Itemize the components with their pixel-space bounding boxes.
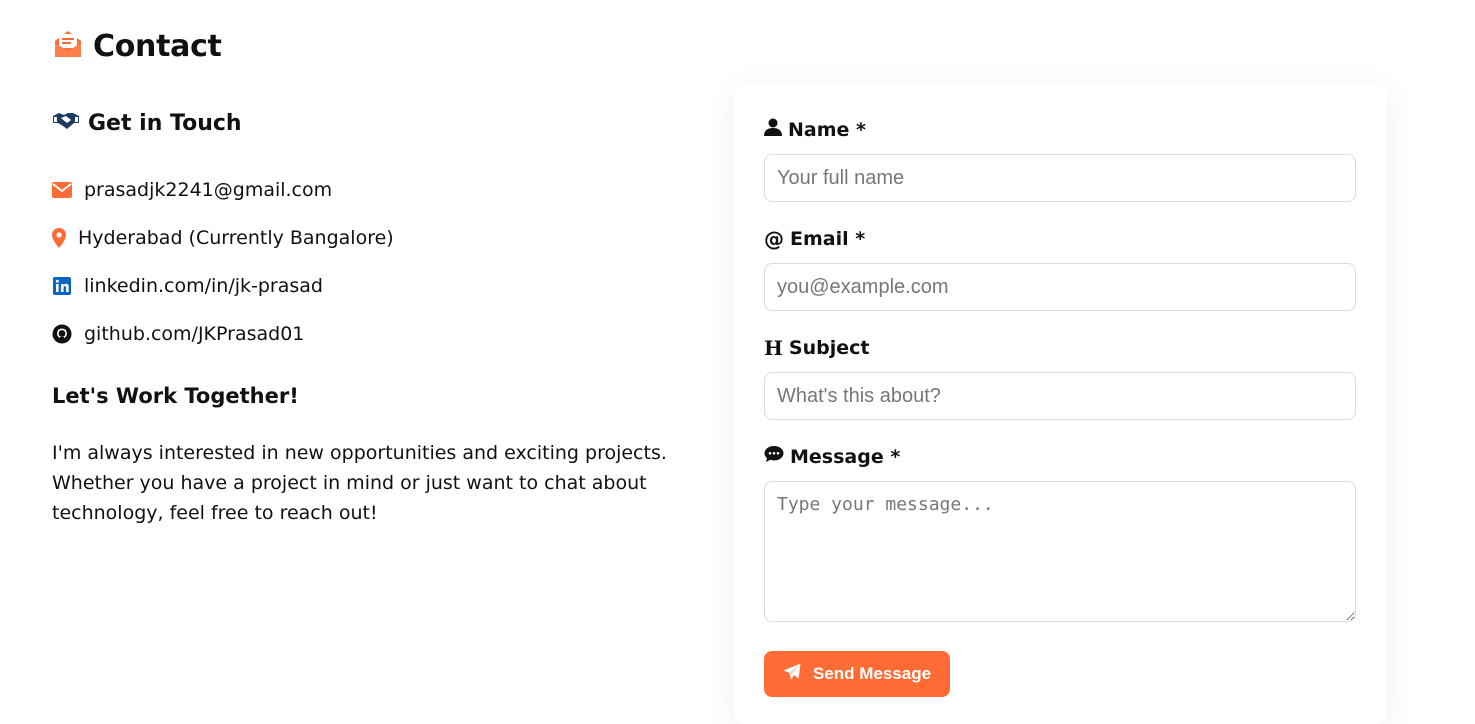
subject-label: H Subject — [764, 336, 869, 360]
message-label-text: Message * — [790, 445, 901, 468]
paper-plane-icon — [783, 663, 801, 686]
contact-github-text: github.com/JKPrasad01 — [84, 323, 305, 345]
contact-list: prasadjk2241@gmail.com Hyderabad (Curren… — [52, 166, 712, 358]
send-message-label: Send Message — [812, 664, 932, 683]
chat-bubble-icon — [764, 445, 784, 468]
contact-email[interactable]: prasadjk2241@gmail.com — [52, 166, 712, 214]
linkedin-icon — [52, 277, 72, 295]
user-icon — [764, 118, 782, 141]
intro-paragraph: I'm always interested in new opportuniti… — [52, 442, 667, 524]
work-together-heading: Let's Work Together! — [52, 384, 299, 408]
contact-linkedin-text: linkedin.com/in/jk-prasad — [84, 275, 323, 297]
get-in-touch-text: Get in Touch — [88, 110, 242, 136]
subject-input[interactable] — [764, 372, 1356, 420]
envelope-icon — [52, 182, 72, 198]
contact-github[interactable]: github.com/JKPrasad01 — [52, 310, 712, 358]
email-input[interactable] — [764, 263, 1356, 311]
contact-location-text: Hyderabad (Currently Bangalore) — [78, 227, 394, 249]
page-title: Contact — [52, 28, 222, 64]
at-sign-icon: @ — [764, 227, 784, 251]
page-title-text: Contact — [93, 28, 222, 64]
name-label-text: Name * — [788, 118, 866, 141]
handshake-icon — [52, 110, 80, 136]
email-label-text: Email * — [790, 228, 866, 250]
message-label: Message * — [764, 445, 900, 468]
contact-location: Hyderabad (Currently Bangalore) — [52, 214, 712, 262]
contact-form-card: Name * @ Email * H Subject Message * — [734, 84, 1387, 724]
contact-linkedin[interactable]: linkedin.com/in/jk-prasad — [52, 262, 712, 310]
message-textarea[interactable] — [764, 481, 1356, 622]
name-label: Name * — [764, 118, 866, 141]
contact-email-text: prasadjk2241@gmail.com — [84, 179, 333, 201]
get-in-touch-heading: Get in Touch — [52, 110, 712, 136]
subject-label-text: Subject — [788, 337, 870, 359]
location-pin-icon — [52, 228, 66, 248]
heading-icon: H — [764, 336, 783, 360]
name-input[interactable] — [764, 154, 1356, 202]
send-message-button[interactable]: Send Message — [764, 651, 950, 697]
contact-info-section: Get in Touch prasadjk2241@gmail.com Hyde… — [52, 110, 712, 528]
envelope-open-icon — [52, 28, 84, 64]
github-icon — [52, 324, 72, 344]
email-label: @ Email * — [764, 227, 865, 251]
